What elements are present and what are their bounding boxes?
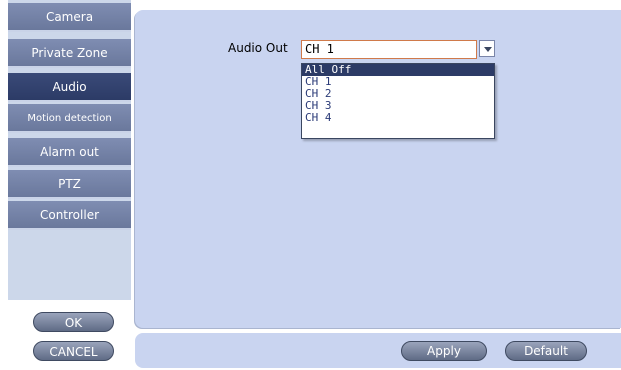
- ok-button[interactable]: OK: [33, 312, 114, 332]
- sidebar: Camera Private Zone Audio Motion detecti…: [0, 0, 135, 370]
- sidebar-item-ptz[interactable]: PTZ: [8, 170, 131, 199]
- sidebar-item-camera[interactable]: Camera: [8, 3, 131, 32]
- sidebar-item-private-zone[interactable]: Private Zone: [8, 39, 131, 68]
- cancel-button[interactable]: CANCEL: [33, 341, 114, 361]
- audio-out-dropdown-list: All Off CH 1 CH 2 CH 3 CH 4: [301, 63, 495, 139]
- default-button[interactable]: Default: [505, 341, 587, 361]
- sidebar-item-alarm-out[interactable]: Alarm out: [8, 138, 131, 167]
- sidebar-item-motion-detection[interactable]: Motion detection: [8, 104, 131, 133]
- apply-button[interactable]: Apply: [401, 341, 487, 361]
- dropdown-option-ch4[interactable]: CH 4: [302, 112, 494, 124]
- chevron-down-icon: [484, 47, 492, 52]
- sidebar-item-controller[interactable]: Controller: [8, 201, 131, 230]
- audio-out-select[interactable]: CH 1: [301, 40, 477, 59]
- dropdown-toggle-button[interactable]: [479, 40, 495, 57]
- audio-out-label: Audio Out: [228, 41, 288, 55]
- sidebar-item-audio[interactable]: Audio: [8, 73, 131, 102]
- app-window: Camera Private Zone Audio Motion detecti…: [0, 0, 621, 370]
